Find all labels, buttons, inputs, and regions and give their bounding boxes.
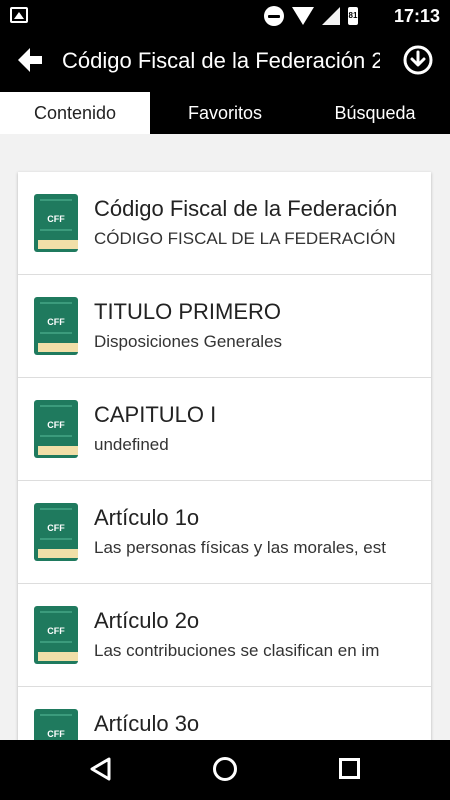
download-button[interactable]: [402, 44, 434, 76]
list-item[interactable]: CFF Artículo 2o Las contribuciones se cl…: [18, 584, 431, 687]
wifi-icon: [292, 7, 314, 25]
list-item[interactable]: CFF CAPITULO I undefined: [18, 378, 431, 481]
book-icon-label: CFF: [47, 626, 65, 636]
nav-home-button[interactable]: [213, 757, 237, 781]
item-subtitle: CÓDIGO FISCAL DE LA FEDERACIÓN: [94, 229, 396, 248]
book-icon: CFF: [34, 503, 78, 561]
book-icon-label: CFF: [47, 317, 65, 327]
item-title: Artículo 2o: [94, 608, 200, 633]
list-item[interactable]: CFF Código Fiscal de la Federación CÓDIG…: [18, 172, 431, 275]
item-subtitle: Las personas físicas y las morales, est: [94, 538, 386, 557]
status-time: 17:13: [393, 6, 440, 26]
item-title: Artículo 1o: [94, 505, 200, 530]
item-subtitle: undefined: [94, 435, 169, 454]
item-subtitle: Disposiciones Generales: [94, 332, 283, 351]
app-bar: Código Fiscal de la Federación 2: [0, 32, 450, 92]
item-subtitle: Las contribuciones se clasifican en im: [94, 641, 380, 660]
navigation-bar: [0, 740, 450, 800]
item-title: Código Fiscal de la Federación: [94, 196, 398, 221]
signal-icon: [322, 7, 340, 25]
book-icon: CFF: [34, 606, 78, 664]
battery-icon: 81: [348, 7, 358, 25]
status-bar: 81 17:13: [0, 0, 450, 32]
content-list: CFF Código Fiscal de la Federación CÓDIG…: [18, 172, 431, 752]
book-icon: CFF: [34, 194, 78, 252]
nav-recents-button[interactable]: [339, 758, 360, 779]
nav-back-button[interactable]: [88, 756, 114, 782]
tab-favoritos[interactable]: Favoritos: [150, 92, 300, 134]
status-icons: 81: [264, 6, 358, 26]
arrow-left-icon: [18, 48, 42, 72]
book-icon-label: CFF: [47, 523, 65, 533]
app-title: Código Fiscal de la Federación 2: [62, 48, 380, 73]
book-icon-label: CFF: [47, 420, 65, 430]
item-title: Artículo 3o: [94, 711, 200, 736]
download-icon: [403, 45, 433, 75]
tab-busqueda[interactable]: Búsqueda: [300, 92, 450, 134]
list-item[interactable]: CFF TITULO PRIMERO Disposiciones General…: [18, 275, 431, 378]
book-icon: CFF: [34, 400, 78, 458]
image-notification-icon: [10, 7, 28, 23]
book-icon: CFF: [34, 297, 78, 355]
tab-contenido[interactable]: Contenido: [0, 92, 150, 134]
book-icon-label: CFF: [47, 214, 65, 224]
item-title: TITULO PRIMERO: [94, 299, 282, 324]
do-not-disturb-icon: [264, 6, 284, 26]
item-title: CAPITULO I: [94, 402, 217, 427]
back-button[interactable]: [14, 44, 50, 80]
book-icon-label: CFF: [47, 729, 65, 739]
list-item[interactable]: CFF Artículo 1o Las personas físicas y l…: [18, 481, 431, 584]
tab-bar: Contenido Favoritos Búsqueda: [0, 92, 450, 134]
